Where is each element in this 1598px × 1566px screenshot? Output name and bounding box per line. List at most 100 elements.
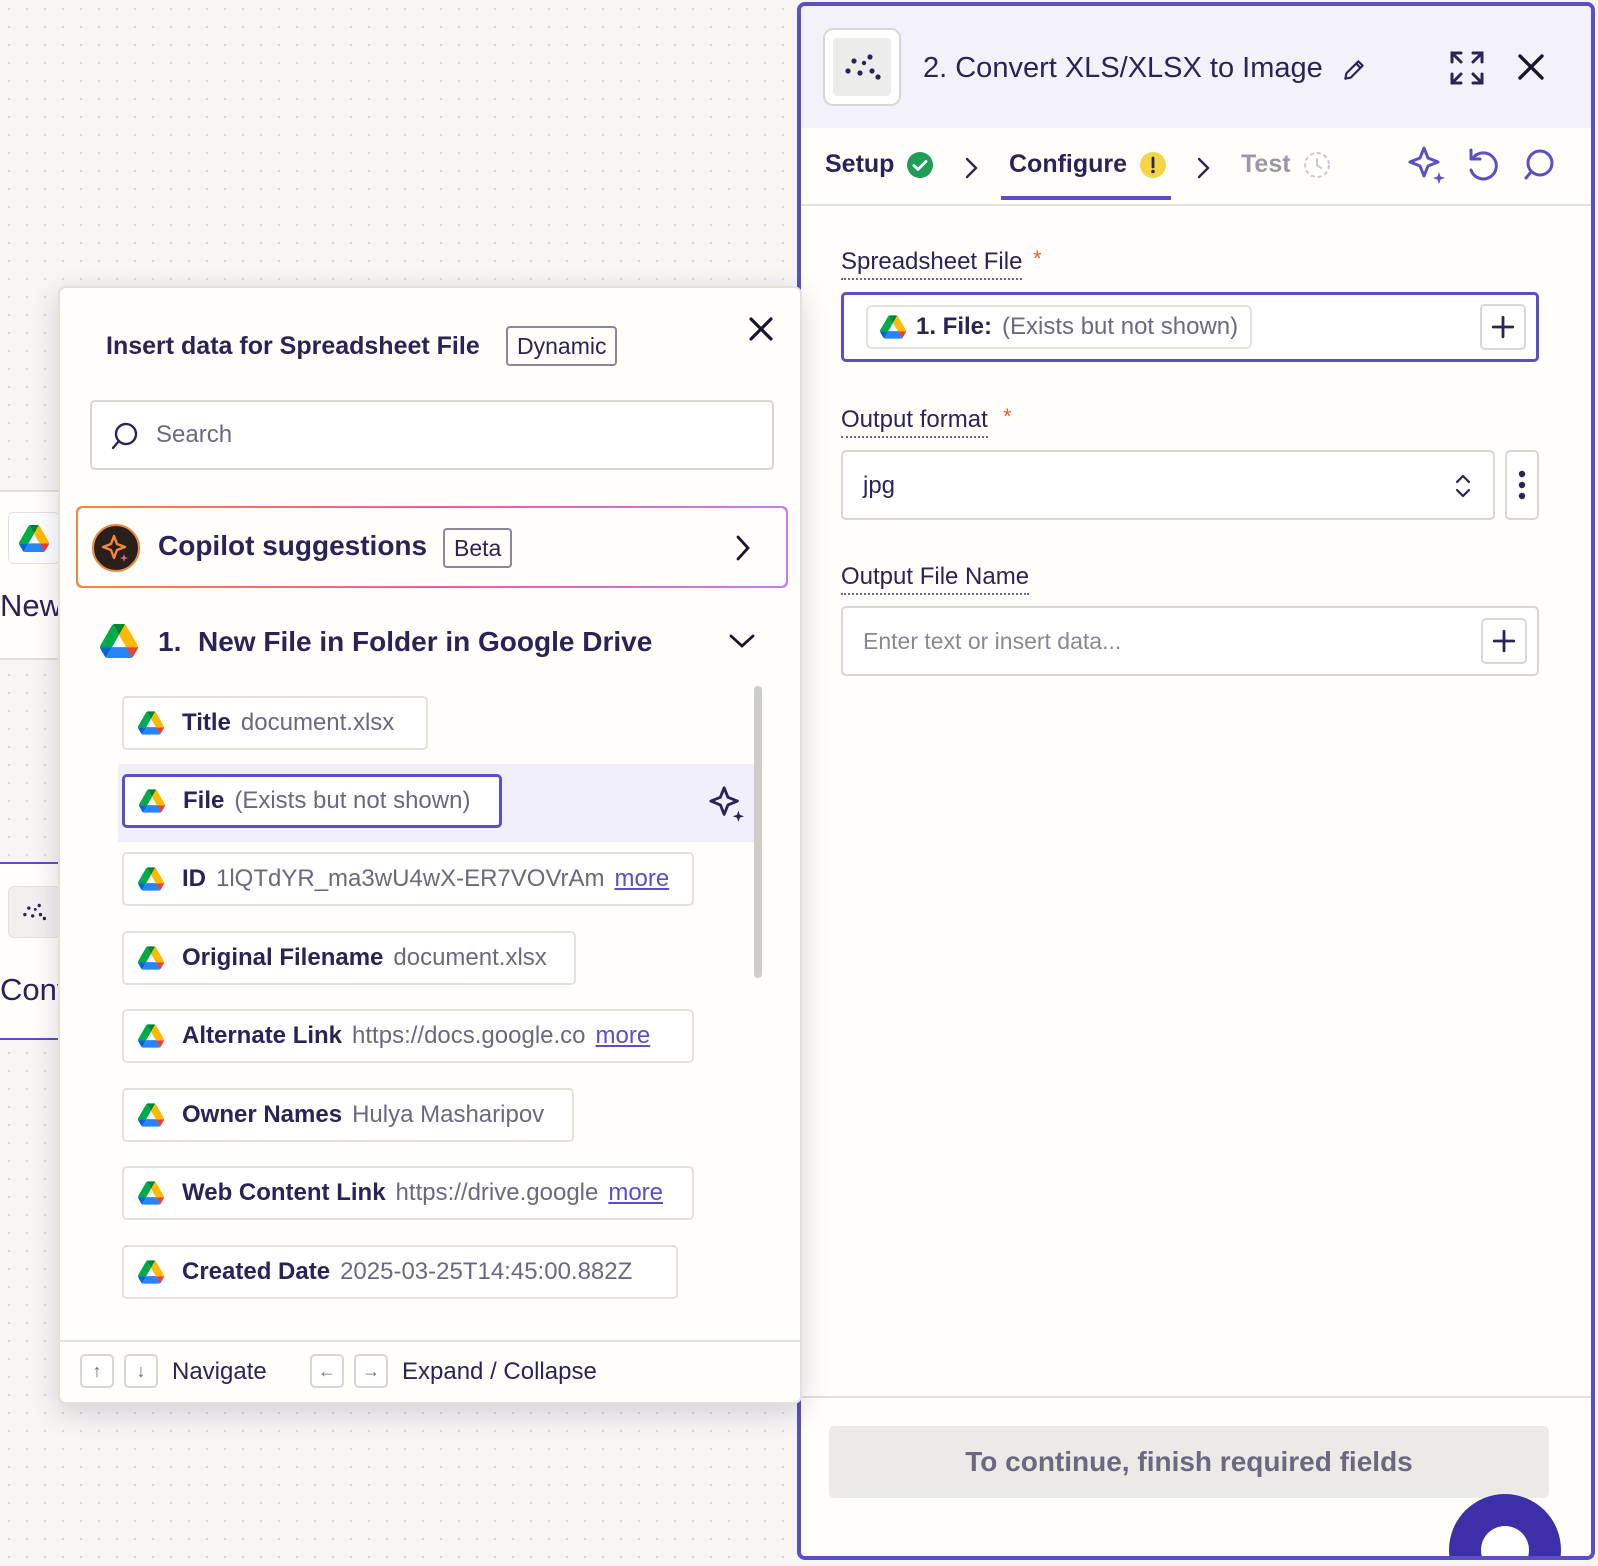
more-link[interactable]: more [615,865,670,893]
arrow-right-key: → [354,1354,388,1388]
ai-sparkle-icon[interactable] [1407,144,1447,184]
mapped-data-pill[interactable]: 1. File: (Exists but not shown) [866,305,1253,349]
tab-setup[interactable]: Setup [825,150,934,179]
item-value: https://drive.google [395,1179,599,1206]
item-value: document.xlsx [393,944,547,971]
close-icon[interactable] [748,316,774,342]
data-item[interactable]: Created Date 2025-03-25T14:45:00.882Z [122,1245,678,1299]
tab-label: Test [1241,150,1291,178]
tab-test[interactable]: Test [1241,150,1331,179]
beta-badge: Beta [443,528,513,568]
data-item[interactable]: Title document.xlsx [122,696,428,750]
item-value: Hulya Masharipov [352,1101,545,1128]
google-drive-icon [100,624,138,658]
data-item[interactable]: Alternate Link https://docs.google.co more [122,1009,694,1063]
comment-icon[interactable] [1521,144,1557,184]
tab-configure[interactable]: Configure [1009,150,1167,179]
tab-label: Configure [1009,150,1128,178]
item-key: Title [182,709,231,736]
warning-circle-icon [1140,151,1167,178]
copilot-logo-icon [92,524,140,572]
search-input[interactable] [156,402,756,468]
dynamic-badge: Dynamic [506,326,618,366]
panel-header: 2. Convert XLS/XLSX to Image [801,6,1591,128]
expand-icon[interactable] [1449,50,1485,86]
google-drive-icon [138,1181,164,1205]
pencil-icon[interactable] [1341,57,1367,83]
copilot-suggestions-button[interactable]: Copilot suggestions Beta [76,506,788,588]
data-item[interactable]: ID 1lQTdYR_ma3wU4wX-ER7VOVrAm more [122,852,694,906]
help-chat-button[interactable] [1449,1494,1561,1556]
item-value: 1lQTdYR_ma3wU4wX-ER7VOVrAm [216,865,605,892]
app-icon [823,28,901,106]
chevron-down-icon [729,634,755,648]
output-format-label: Output format [841,406,988,438]
spreadsheet-file-field[interactable]: 1. File: (Exists but not shown) [841,292,1539,362]
continue-button[interactable]: To continue, finish required fields [829,1426,1549,1498]
plus-icon [1490,314,1516,340]
app-dots-icon [833,38,891,96]
data-item[interactable]: Web Content Link https://drive.google more [122,1166,694,1220]
output-format-select[interactable]: jpg [841,450,1495,520]
panel-title: 2. Convert XLS/XLSX to Image [923,52,1323,84]
google-drive-icon [138,867,164,891]
scrollbar-thumb[interactable] [754,686,762,978]
item-key: Created Date [182,1258,331,1285]
copilot-label: Copilot suggestions [158,530,428,561]
popup-footer: ↑ ↓ Navigate ← → Expand / Collapse [60,1340,800,1402]
data-item[interactable]: Original Filename document.xlsx [122,931,576,985]
chevron-right-icon [1197,157,1210,179]
output-file-name-input[interactable] [843,608,1463,674]
insert-data-popup: Insert data for Spreadsheet File Dynamic… [58,286,802,1404]
expand-collapse-hint: Expand / Collapse [402,1358,597,1385]
item-key: Alternate Link [182,1022,343,1049]
arrow-left-key: ← [310,1354,344,1388]
clock-icon [1303,151,1330,178]
item-value: (Exists but not shown) [234,787,471,814]
required-marker: * [1033,246,1042,271]
field-options-button[interactable] [1505,450,1539,520]
search-box [90,400,774,470]
step-number: 1. [158,626,182,657]
pill-value: (Exists but not shown) [1002,313,1239,340]
output-file-name-label: Output File Name [841,563,1030,595]
arrow-up-key: ↑ [80,1354,114,1388]
output-format-value: jpg [863,472,896,499]
google-drive-icon [138,1260,164,1284]
item-value: document.xlsx [240,709,395,736]
google-drive-icon [8,512,60,564]
canvas-step-label: New [0,588,63,623]
step-title: New File in Folder in Google Drive [198,626,653,657]
data-item[interactable]: File (Exists but not shown) [122,774,502,828]
ai-sparkle-icon[interactable] [708,784,746,822]
undo-icon[interactable] [1465,144,1501,184]
tab-label: Setup [825,150,895,178]
google-drive-icon [139,789,165,813]
chevron-right-icon [965,157,978,179]
more-link[interactable]: more [596,1022,651,1050]
pill-key: 1. File: [916,313,993,340]
chevron-right-icon [736,535,750,561]
item-key: ID [182,865,206,892]
item-value: 2025-03-25T14:45:00.882Z [340,1258,633,1285]
item-key: Original Filename [182,944,384,971]
insert-data-button[interactable] [1481,618,1527,664]
google-drive-icon [138,1103,164,1127]
item-key: File [183,787,225,814]
more-vertical-icon [1518,470,1526,500]
data-item[interactable]: Owner Names Hulya Masharipov [122,1088,574,1142]
active-tab-indicator [1001,196,1171,200]
arrow-down-key: ↓ [124,1354,158,1388]
item-key: Owner Names [182,1101,343,1128]
more-link[interactable]: more [608,1179,663,1207]
google-drive-icon [138,711,164,735]
plus-icon [1491,628,1517,654]
insert-data-button[interactable] [1480,304,1526,350]
required-marker: * [1003,404,1012,429]
google-drive-icon [138,1024,164,1048]
close-icon[interactable] [1516,52,1546,82]
step-group-header[interactable]: 1. New File in Folder in Google Drive [100,622,760,666]
item-key: Web Content Link [182,1179,386,1206]
google-drive-icon [138,946,164,970]
panel-footer: To continue, finish required fields [801,1396,1591,1556]
